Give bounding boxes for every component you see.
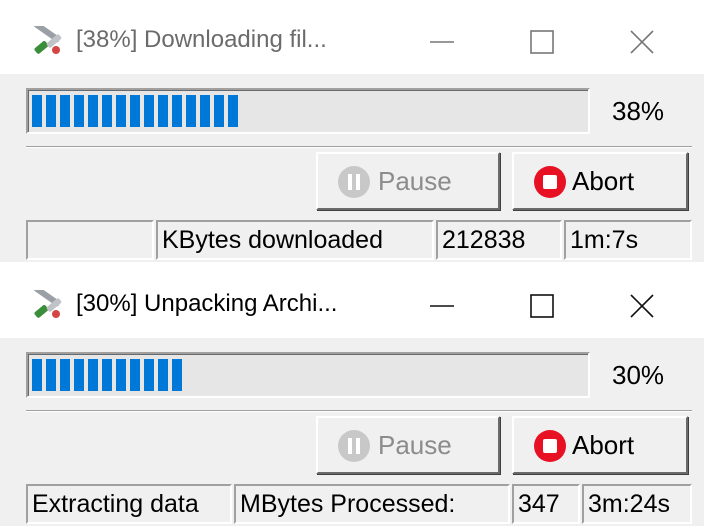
- status-bar: Extracting data MBytes Processed: 347 3m…: [26, 484, 692, 524]
- maximize-icon: [530, 30, 554, 54]
- progress-segment: [102, 359, 112, 391]
- progress-segment: [46, 359, 56, 391]
- status-cell-label: KBytes downloaded: [156, 220, 434, 260]
- progress-segment: [46, 95, 56, 127]
- progress-segment: [74, 359, 84, 391]
- background-text-fragment: [340, 264, 690, 272]
- progress-segment: [130, 359, 140, 391]
- progress-segment: [172, 95, 182, 127]
- background-strip: [0, 0, 704, 8]
- progress-segment: [116, 359, 126, 391]
- progress-segment: [102, 95, 112, 127]
- maximize-icon: [530, 294, 554, 318]
- progress-segment: [158, 95, 168, 127]
- tools-icon: [33, 26, 62, 54]
- maximize-button[interactable]: [492, 8, 592, 74]
- status-cell-task: [26, 220, 154, 260]
- window-title: [30%] Unpacking Archi...: [76, 290, 338, 317]
- pause-button[interactable]: Pause: [316, 152, 500, 210]
- close-button[interactable]: [592, 8, 692, 74]
- progress-percent: 30%: [612, 360, 665, 390]
- progress-segment: [60, 95, 70, 127]
- minimize-icon: [430, 305, 454, 307]
- progress-segment: [32, 359, 42, 391]
- status-cell-time: 1m:7s: [564, 220, 692, 260]
- progress-segment: [228, 95, 238, 127]
- background-gap: [0, 262, 704, 272]
- close-button[interactable]: [592, 272, 692, 338]
- minimize-button[interactable]: [392, 8, 492, 74]
- progress-segment: [88, 359, 98, 391]
- progress-fill: [32, 359, 198, 391]
- status-cell-label: MBytes Processed:: [234, 484, 510, 524]
- pause-icon: [338, 166, 370, 198]
- progress-segment: [200, 95, 210, 127]
- progress-segment: [32, 95, 42, 127]
- progress-segment: [158, 359, 168, 391]
- pause-label: Pause: [378, 166, 452, 196]
- status-cell-value: 212838: [436, 220, 562, 260]
- progress-segment: [144, 95, 154, 127]
- close-icon: [630, 294, 654, 318]
- progress-segment: [130, 95, 140, 127]
- download-progress-window: [38%] Downloading fil... 38% Pause Abort…: [0, 8, 704, 264]
- abort-label: Abort: [572, 430, 635, 460]
- maximize-button[interactable]: [492, 272, 592, 338]
- progress-segment: [88, 95, 98, 127]
- progress-segment: [214, 95, 224, 127]
- abort-button[interactable]: Abort: [512, 152, 688, 210]
- abort-button[interactable]: Abort: [512, 416, 688, 474]
- unpack-progress-window: [30%] Unpacking Archi... 30% Pause Abort…: [0, 272, 704, 526]
- status-cell-value: 347: [512, 484, 580, 524]
- minimize-icon: [430, 41, 454, 43]
- progress-segment: [60, 359, 70, 391]
- progress-bar: [26, 352, 590, 398]
- separator: [26, 146, 692, 148]
- abort-label: Abort: [572, 166, 635, 196]
- tools-icon: [33, 290, 62, 318]
- minimize-button[interactable]: [392, 272, 492, 338]
- status-cell-time: 3m:24s: [582, 484, 692, 524]
- close-icon: [630, 30, 654, 54]
- status-bar: KBytes downloaded 212838 1m:7s: [26, 220, 692, 260]
- progress-bar: [26, 88, 590, 134]
- progress-segment: [144, 359, 154, 391]
- progress-percent: 38%: [612, 96, 665, 126]
- progress-segment: [74, 95, 84, 127]
- window-title: [38%] Downloading fil...: [76, 26, 327, 53]
- stop-icon: [534, 166, 566, 198]
- title-bar[interactable]: [30%] Unpacking Archi...: [0, 272, 704, 338]
- progress-segment: [172, 359, 182, 391]
- stop-icon: [534, 430, 566, 462]
- separator: [26, 410, 692, 412]
- pause-icon: [338, 430, 370, 462]
- pause-button[interactable]: Pause: [316, 416, 500, 474]
- progress-segment: [186, 95, 196, 127]
- status-cell-task: Extracting data: [26, 484, 232, 524]
- progress-segment: [116, 95, 126, 127]
- title-bar[interactable]: [38%] Downloading fil...: [0, 8, 704, 74]
- pause-label: Pause: [378, 430, 452, 460]
- progress-fill: [32, 95, 242, 127]
